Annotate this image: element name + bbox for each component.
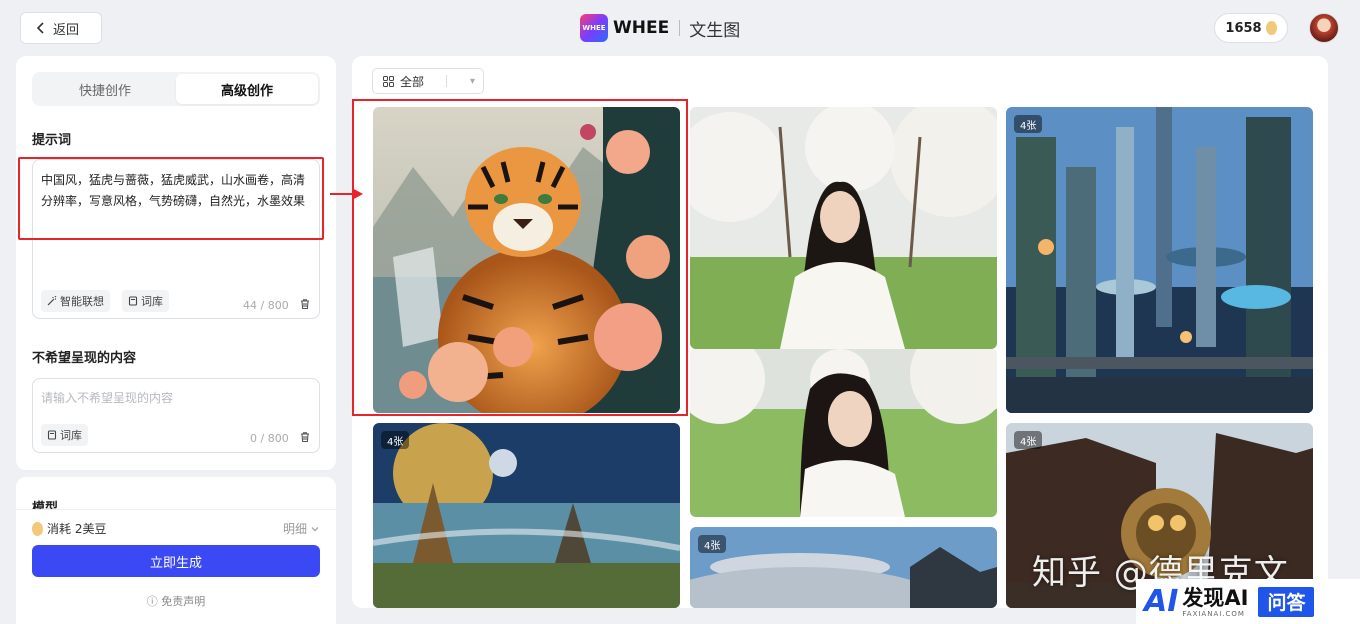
chevron-left-icon <box>36 22 44 34</box>
gallery-image-woman-bottom[interactable] <box>690 349 997 517</box>
woman-blossom-illustration <box>690 349 997 517</box>
prompt-counter: 44 / 800 <box>243 299 289 312</box>
top-bar: 返回 WHEE WHEE 文生图 1658 <box>0 0 1360 56</box>
image-count-badge: 4张 <box>1014 115 1043 133</box>
smart-association-label: 智能联想 <box>60 295 104 308</box>
prompt-library-label: 词库 <box>141 295 163 308</box>
negative-library-button[interactable]: 词库 <box>41 424 88 446</box>
generate-panel: 模型 消耗 2美豆 明细 立即生成 ⓘ 免责声明 <box>16 477 336 624</box>
negative-library-label: 词库 <box>60 429 82 442</box>
negative-prompt-label: 不希望呈现的内容 <box>32 351 137 366</box>
trash-icon[interactable] <box>299 431 311 443</box>
cost-row: 消耗 2美豆 明细 <box>16 509 336 543</box>
brand-badge: AI 发现AI FAXIANAI.COM 问答 <box>1136 579 1360 624</box>
brand-ai-mark: AI <box>1144 584 1179 619</box>
page-title: 文生图 <box>689 20 741 41</box>
prompt-label: 提示词 <box>32 133 72 148</box>
disclaimer-label: 免责声明 <box>161 595 206 608</box>
credits-balance[interactable]: 1658 <box>1214 13 1288 43</box>
cost-label: 消耗 2美豆 <box>47 522 107 536</box>
landscape-illustration <box>373 423 680 608</box>
brand: WHEE WHEE 文生图 <box>580 14 740 42</box>
category-filter[interactable]: 全部 ▾ <box>372 68 484 94</box>
city-illustration <box>1006 107 1313 413</box>
ufo-illustration <box>690 527 997 608</box>
gallery-image-futuristic-city[interactable]: 4张 <box>1006 107 1313 413</box>
chevron-down-icon <box>311 526 319 531</box>
image-count-badge: 4张 <box>381 431 410 449</box>
smart-association-button[interactable]: 智能联想 <box>41 290 110 312</box>
arrow-right-icon <box>330 188 363 200</box>
image-count-badge: 4张 <box>1014 431 1043 449</box>
brand-sub: FAXIANAI.COM <box>1182 609 1245 618</box>
disclaimer-link[interactable]: ⓘ 免责声明 <box>16 593 336 609</box>
magic-wand-icon <box>47 296 57 306</box>
tab-quick-create[interactable]: 快捷创作 <box>34 74 176 104</box>
image-highlight <box>352 99 688 416</box>
prompt-library-button[interactable]: 词库 <box>122 290 169 312</box>
brand-text: 发现AI FAXIANAI.COM <box>1182 586 1248 618</box>
filter-label: 全部 <box>400 74 425 89</box>
info-icon: ⓘ <box>146 595 158 608</box>
cost-info: 消耗 2美豆 <box>32 520 106 537</box>
filter-divider <box>446 75 448 87</box>
gallery-image-ufo[interactable]: 4张 <box>690 527 997 608</box>
book-icon <box>128 296 138 306</box>
brand-divider <box>679 20 681 36</box>
brand-tag: 问答 <box>1258 586 1315 617</box>
grid-icon <box>383 75 394 87</box>
bean-icon <box>1265 21 1277 35</box>
cost-detail-link[interactable]: 明细 <box>283 520 320 537</box>
mode-tabs: 快捷创作 高级创作 <box>32 72 320 106</box>
credits-value: 1658 <box>1225 20 1262 36</box>
negative-prompt-input[interactable]: 请输入不希望呈现的内容 词库 0 / 800 <box>32 378 320 453</box>
woman-blossom-illustration <box>690 107 997 349</box>
gallery-image-woman-top[interactable] <box>690 107 997 349</box>
settings-panel: 快捷创作 高级创作 提示词 中国风，猛虎与蔷薇，猛虎威武，山水画卷，高清分辨率，… <box>16 56 336 470</box>
avatar[interactable] <box>1309 13 1339 43</box>
negative-placeholder: 请输入不希望呈现的内容 <box>41 391 174 405</box>
bean-icon <box>32 521 43 536</box>
image-count-badge: 4张 <box>698 535 727 553</box>
back-label: 返回 <box>53 22 80 38</box>
book-icon <box>47 430 57 440</box>
generate-button[interactable]: 立即生成 <box>32 545 320 577</box>
back-button[interactable]: 返回 <box>20 12 102 44</box>
logo-mark: WHEE <box>582 24 606 32</box>
whee-logo-icon: WHEE <box>580 14 608 42</box>
prompt-highlight <box>18 157 324 240</box>
negative-counter: 0 / 800 <box>250 432 289 445</box>
brand-main: 发现AI <box>1182 585 1249 610</box>
cost-detail-label: 明细 <box>282 522 307 536</box>
tab-advanced-create[interactable]: 高级创作 <box>176 74 318 104</box>
gallery-image-fantasy-landscape[interactable]: 4张 <box>373 423 680 608</box>
logo-text: WHEE <box>613 18 670 38</box>
trash-icon[interactable] <box>299 298 311 310</box>
chevron-down-icon: ▾ <box>469 75 475 87</box>
